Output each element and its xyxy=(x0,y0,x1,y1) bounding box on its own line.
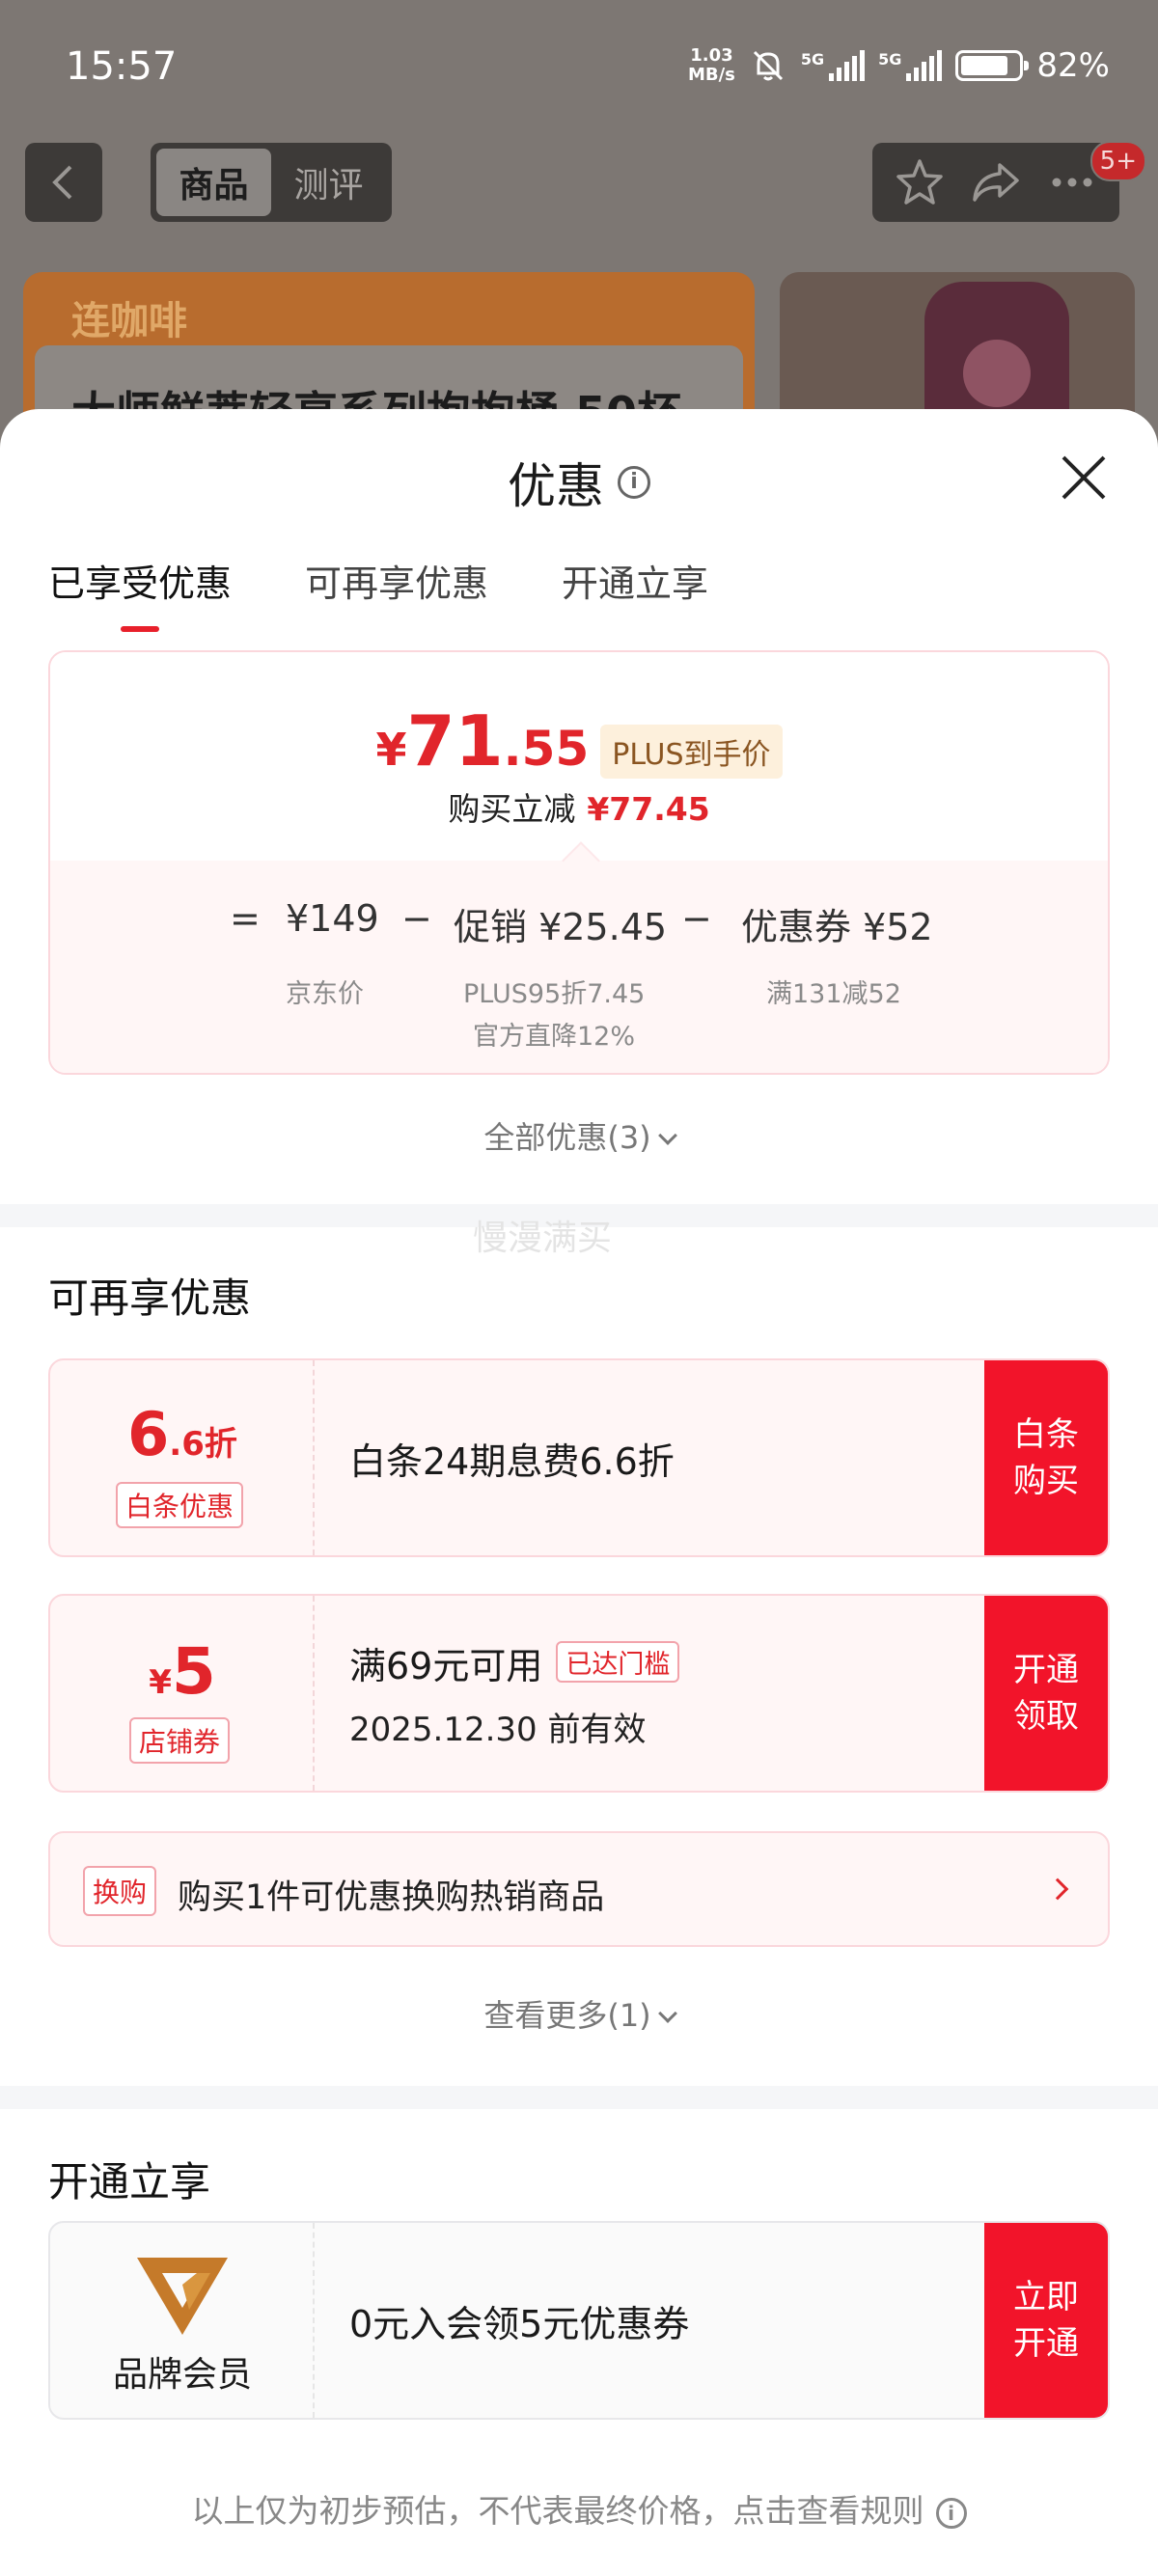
price-summary: ¥71.55 PLUS到手价 购买立减 ¥77.45 = ¥149 − 促销 ¥25… xyxy=(48,650,1110,1075)
signal-icon: 5G xyxy=(878,50,943,81)
discount-total: 购买立减 ¥77.45 xyxy=(448,790,710,828)
equals-sign: = xyxy=(230,897,261,940)
tab-product[interactable]: 商品 xyxy=(156,149,271,216)
coupon-value: 6.6折 xyxy=(127,1399,237,1469)
coupon-text: 满69元可用 xyxy=(349,1645,543,1687)
bell-off-icon xyxy=(753,50,783,81)
status-time: 15:57 xyxy=(66,44,178,89)
baitiao-coupon: 6.6折 白条优惠 白条24期息费6.6折 白条购买 xyxy=(48,1358,1110,1557)
net-speed: 1.03 MB/s xyxy=(687,45,735,85)
all-discounts-toggle[interactable]: 全部优惠(3) xyxy=(0,1113,1158,1158)
member-offer-text: 0元入会领5元优惠券 xyxy=(349,2302,690,2345)
tab-more[interactable]: 可再享优惠 xyxy=(305,554,488,607)
discount-sheet: 优惠 i 已享受优惠 可再享优惠 开通立享 ¥71.55 PLUS到手价 购买立减 ¥… xyxy=(0,409,1158,2576)
promo-detail: PLUS95折7.45 xyxy=(463,979,646,1009)
watermark: 慢漫满买 xyxy=(473,1219,613,1258)
tab-open[interactable]: 开通立享 xyxy=(562,554,708,607)
plus-price-tag: PLUS到手价 xyxy=(600,725,783,779)
store-coupon: ¥5 店铺券 满69元可用 已达门槛 2025.12.30 前有效 开通领取 xyxy=(48,1594,1110,1793)
jd-price-label: 京东价 xyxy=(286,979,364,1009)
swap-text: 购买1件可优惠换购热销商品 xyxy=(178,1878,605,1917)
status-icons: 1.03 MB/s 5G 5G 82% xyxy=(687,45,1110,86)
coupon-detail: 满131减52 xyxy=(766,979,901,1009)
minus-sign: − xyxy=(681,897,712,940)
price-breakdown: = ¥149 − 促销 ¥25.45 − 优惠券 ¥52 京东价 PLUS95折… xyxy=(50,861,1108,1073)
coupon-tag: 店铺券 xyxy=(129,1717,231,1764)
tab-review[interactable]: 测评 xyxy=(271,149,386,216)
discount-tabs: 已享受优惠 可再享优惠 开通立享 xyxy=(48,554,708,607)
coupon-value: ¥5 xyxy=(149,1634,216,1709)
close-icon[interactable] xyxy=(1058,452,1110,504)
section-title-open: 开通立享 xyxy=(48,2158,211,2206)
tab-enjoyed[interactable]: 已享受优惠 xyxy=(48,554,232,607)
star-icon[interactable] xyxy=(893,155,947,209)
info-icon: i xyxy=(935,2497,967,2529)
back-button[interactable] xyxy=(25,143,102,222)
swap-offer-row[interactable]: 换购 购买1件可优惠换购热销商品 xyxy=(48,1831,1110,1947)
see-more-toggle[interactable]: 查看更多(1) xyxy=(0,1991,1158,2036)
promo-detail: 官方直降12% xyxy=(473,1022,636,1052)
jd-price: ¥149 xyxy=(286,897,379,940)
coupon-value: 优惠券 ¥52 xyxy=(741,906,933,948)
section-title-more: 可再享优惠 xyxy=(48,1274,252,1322)
chevron-right-icon xyxy=(1046,1877,1069,1901)
product-review-switch: 商品 测评 xyxy=(151,143,392,222)
chevron-down-icon xyxy=(657,1126,677,1145)
battery-icon xyxy=(955,50,1030,81)
brand-logo: 连咖啡 xyxy=(71,299,187,343)
battery-percent: 82% xyxy=(1036,46,1110,85)
coupon-expiry: 2025.12.30 前有效 xyxy=(349,1711,647,1749)
brand-member-logo-icon xyxy=(137,2258,228,2335)
baitiao-buy-button[interactable]: 白条购买 xyxy=(984,1360,1108,1555)
top-nav: 商品 测评 5+ xyxy=(0,141,1158,226)
chevron-down-icon xyxy=(657,2004,677,2023)
chevron-left-icon xyxy=(52,165,72,200)
final-price: ¥71.55 xyxy=(375,700,590,781)
nav-actions xyxy=(872,143,1119,222)
divider xyxy=(0,2086,1158,2109)
status-bar: 15:57 1.03 MB/s 5G 5G 82% xyxy=(0,0,1158,135)
signal-icon: 5G xyxy=(801,50,866,81)
member-label: 品牌会员 xyxy=(112,2355,252,2395)
claim-coupon-button[interactable]: 开通领取 xyxy=(984,1596,1108,1791)
minus-sign: − xyxy=(401,897,432,940)
rules-note[interactable]: 以上仅为初步预估，不代表最终价格，点击查看规则 i xyxy=(0,2485,1158,2532)
coupon-tag: 白条优惠 xyxy=(116,1482,244,1528)
threshold-tag: 已达门槛 xyxy=(556,1641,680,1683)
sheet-title: 优惠 i xyxy=(0,448,1158,517)
coupon-text: 白条24期息费6.6折 xyxy=(349,1439,675,1483)
info-icon[interactable]: i xyxy=(618,466,650,499)
share-icon[interactable] xyxy=(969,155,1023,209)
promo-value: 促销 ¥25.45 xyxy=(454,906,668,948)
open-membership-button[interactable]: 立即开通 xyxy=(984,2223,1108,2418)
message-badge: 5+ xyxy=(1089,141,1146,181)
brand-member-offer: 品牌会员 0元入会领5元优惠券 立即开通 xyxy=(48,2221,1110,2420)
swap-tag: 换购 xyxy=(83,1866,157,1916)
